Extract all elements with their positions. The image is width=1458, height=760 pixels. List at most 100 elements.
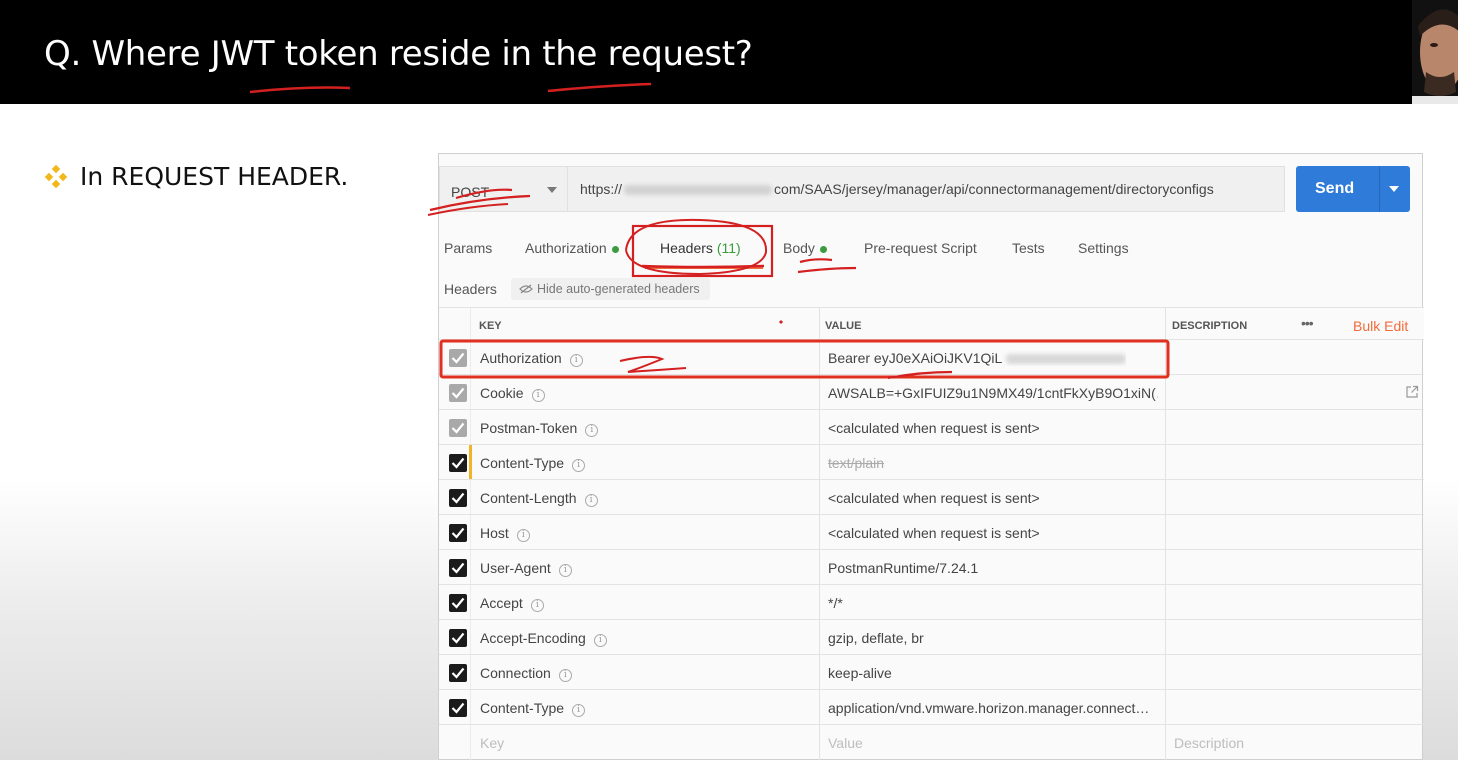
new-key-input[interactable]: Key <box>480 735 504 751</box>
checkbox-icon[interactable] <box>449 419 467 437</box>
header-key[interactable]: Authorization i <box>480 350 583 367</box>
table-row: Accept-Encoding i gzip, deflate, br <box>439 620 1424 655</box>
header-value[interactable]: <calculated when request is sent> <box>828 525 1040 541</box>
header-value[interactable]: PostmanRuntime/7.24.1 <box>828 560 978 576</box>
header-key[interactable]: Content-Length i <box>480 490 598 507</box>
header-value[interactable]: Bearer eyJ0eXAiOiJKV1QiL <box>828 350 1127 366</box>
column-divider <box>819 515 820 549</box>
send-options-caret-icon[interactable] <box>1389 186 1399 192</box>
send-divider <box>1379 166 1380 212</box>
checkbox-icon[interactable] <box>449 489 467 507</box>
table-row: Content-Type i text/plain <box>439 445 1424 480</box>
checkbox-icon[interactable] <box>449 349 467 367</box>
column-divider <box>470 410 471 444</box>
info-icon: i <box>593 634 607 647</box>
more-options-icon[interactable]: ••• <box>1301 315 1314 331</box>
header-key[interactable]: Accept i <box>480 595 544 612</box>
method-select[interactable]: POST <box>439 166 567 212</box>
column-divider <box>470 340 471 374</box>
bulk-edit-link[interactable]: Bulk Edit <box>1353 318 1408 334</box>
presenter-video <box>1412 0 1458 104</box>
tab-headers[interactable]: Headers (11) <box>660 240 741 256</box>
blurred-host <box>624 185 773 196</box>
column-divider <box>1165 308 1166 339</box>
header-value[interactable]: <calculated when request is sent> <box>828 490 1040 506</box>
table-row: Content-Length i <calculated when request … <box>439 480 1424 515</box>
checkbox-icon[interactable] <box>449 524 467 542</box>
new-value-input[interactable]: Value <box>828 735 863 751</box>
header-key[interactable]: User-Agent i <box>480 560 572 577</box>
table-row: Connection i keep-alive <box>439 655 1424 690</box>
status-dot-icon <box>819 245 827 253</box>
header-value[interactable]: <calculated when request is sent> <box>828 420 1040 436</box>
new-description-input[interactable]: Description <box>1174 735 1244 751</box>
header-key[interactable]: Cookie i <box>480 385 545 402</box>
hide-auto-generated-button[interactable]: Hide auto-generated headers <box>511 278 710 300</box>
column-divider <box>1165 480 1166 514</box>
header-key-text: Postman-Token <box>480 420 578 436</box>
header-value-text: <calculated when request is sent> <box>828 525 1040 541</box>
checkbox-icon[interactable] <box>449 454 467 472</box>
column-divider <box>819 340 820 374</box>
header-key[interactable]: Connection i <box>480 665 572 682</box>
column-divider <box>1165 410 1166 444</box>
checkbox-icon[interactable] <box>449 384 467 402</box>
header-key-text: Content-Length <box>480 490 577 506</box>
header-value[interactable]: gzip, deflate, br <box>828 630 924 646</box>
header-key[interactable]: Content-Type i <box>480 455 586 472</box>
checkbox-icon[interactable] <box>449 594 467 612</box>
tab-body[interactable]: Body <box>783 240 827 256</box>
column-divider <box>470 308 471 339</box>
header-value[interactable]: text/plain <box>828 455 884 471</box>
method-label: POST <box>451 184 490 200</box>
checkbox-icon[interactable] <box>449 664 467 682</box>
tab-params[interactable]: Params <box>444 240 492 256</box>
header-key[interactable]: Content-Type i <box>480 700 586 717</box>
checkbox-icon[interactable] <box>449 629 467 647</box>
checkbox-icon[interactable] <box>449 699 467 717</box>
info-icon: i <box>558 669 572 682</box>
column-divider <box>470 620 471 654</box>
header-value[interactable]: AWSALB=+GxIFUIZ9u1N9MX49/1cntFkXyB9O1xiN… <box>828 385 1158 401</box>
header-value-text: Bearer eyJ0eXAiOiJKV1QiL <box>828 350 1003 366</box>
tab-headers-count: (11) <box>716 240 741 256</box>
url-prefix: https:// <box>580 181 623 197</box>
bullet-text: In REQUEST HEADER. <box>80 162 349 191</box>
header-value[interactable]: */* <box>828 595 843 611</box>
table-row: Accept i */* <box>439 585 1424 620</box>
column-divider <box>819 445 820 479</box>
tab-settings[interactable]: Settings <box>1078 240 1129 256</box>
header-key-text: Accept <box>480 595 523 611</box>
modified-indicator <box>469 445 472 479</box>
send-label: Send <box>1315 180 1355 197</box>
header-value[interactable]: keep-alive <box>828 665 892 681</box>
checkbox-icon[interactable] <box>449 559 467 577</box>
tab-pre-request-script[interactable]: Pre-request Script <box>864 240 977 256</box>
external-link-icon[interactable] <box>1405 385 1419 399</box>
header-key[interactable]: Host i <box>480 525 530 542</box>
header-key[interactable]: Postman-Token i <box>480 420 599 437</box>
tab-tests[interactable]: Tests <box>1012 240 1045 256</box>
column-divider <box>819 410 820 444</box>
column-divider <box>1165 585 1166 619</box>
new-header-row: Key Value Description <box>439 725 1424 760</box>
header-value[interactable]: application/vnd.vmware.horizon.manager.c… <box>828 700 1149 716</box>
column-divider <box>1165 620 1166 654</box>
info-icon: i <box>558 564 572 577</box>
column-divider <box>470 375 471 409</box>
header-value-text: AWSALB=+GxIFUIZ9u1N9MX49/1cntFkXyB9O1xiN… <box>828 385 1158 401</box>
slide-title-bar: Q. Where JWT token reside in the request… <box>0 0 1458 104</box>
column-divider <box>1165 550 1166 584</box>
table-row: User-Agent i PostmanRuntime/7.24.1 <box>439 550 1424 585</box>
hide-auto-label: Hide auto-generated headers <box>537 282 700 296</box>
column-divider <box>470 725 471 760</box>
column-divider <box>470 550 471 584</box>
header-key[interactable]: Accept-Encoding i <box>480 630 607 647</box>
url-input[interactable]: https:// com/SAAS/jersey/manager/api/conn… <box>567 166 1285 212</box>
header-key-text: Content-Type <box>480 700 565 716</box>
table-row: Postman-Token i <calculated when request i… <box>439 410 1424 445</box>
send-button[interactable]: Send <box>1296 166 1410 212</box>
column-divider <box>819 585 820 619</box>
header-key-text: Cookie <box>480 385 524 401</box>
tab-authorization[interactable]: Authorization <box>525 240 619 256</box>
